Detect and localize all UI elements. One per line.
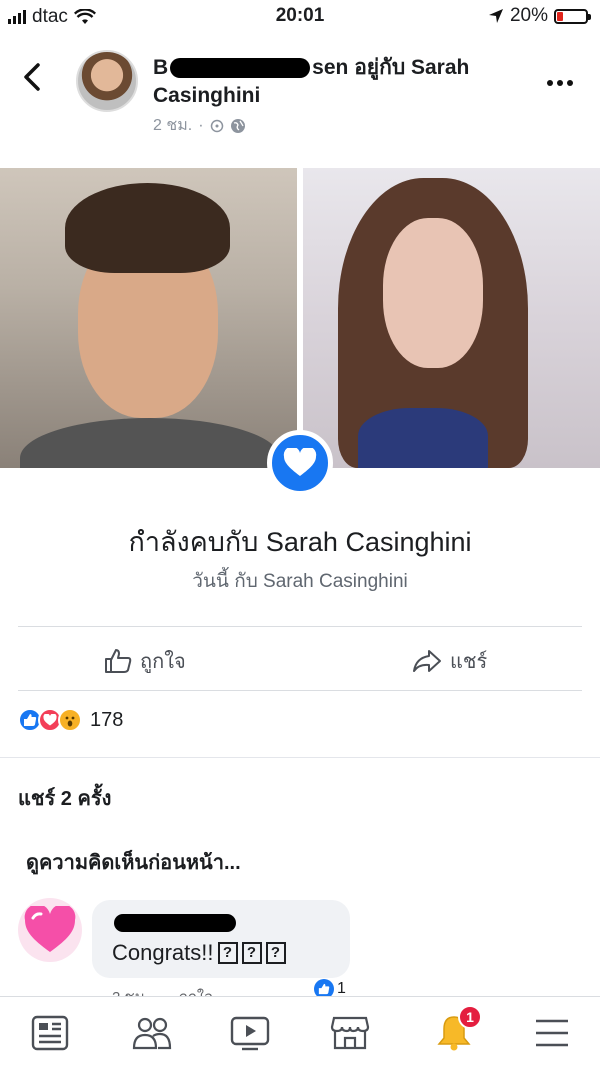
person-photo-left[interactable] (0, 168, 297, 468)
divider (18, 626, 582, 627)
person-photo-right[interactable] (303, 168, 600, 468)
life-event-title: กำลังคบกับ Sarah Casinghini (128, 527, 472, 557)
video-icon (230, 1016, 270, 1051)
wow-reaction-icon (58, 708, 82, 732)
nav-notifications[interactable]: 1 (432, 1005, 482, 1055)
status-bar: dtac 20:01 20% (0, 0, 600, 34)
heart-icon (283, 448, 317, 476)
share-count[interactable]: แชร์ 2 ครั้ง (18, 782, 111, 814)
more-dots-icon (547, 80, 573, 86)
thumbs-up-icon (105, 649, 132, 673)
globe-icon (230, 118, 245, 133)
author-name[interactable]: Bsen อยู่กับ Sarah Casinghini (153, 54, 533, 110)
relationship-photos (0, 168, 600, 468)
pink-heart-icon (24, 906, 76, 952)
view-previous-comments[interactable]: ดูความคิดเห็นก่อนหน้า... (26, 846, 241, 878)
reaction-count: 178 (90, 708, 124, 731)
comment-text: Congrats!! ? ? ? (112, 940, 286, 966)
post-time[interactable]: 2 ชม. (153, 113, 192, 138)
share-label: แชร์ (450, 651, 488, 673)
nav-marketplace[interactable] (328, 1011, 372, 1055)
heart-badge (267, 430, 333, 496)
nav-friends[interactable] (130, 1011, 174, 1055)
friends-icon (132, 1017, 172, 1050)
like-label: ถูกใจ (140, 651, 186, 673)
back-button[interactable] (22, 62, 42, 98)
redaction-mark (170, 58, 311, 79)
divider (18, 690, 582, 691)
missing-emoji-glyph: ? (217, 942, 238, 964)
nav-watch[interactable] (228, 1011, 272, 1055)
commenter-name-redacted (114, 914, 236, 932)
author-avatar[interactable] (76, 50, 138, 112)
battery-percent: 20% (509, 5, 548, 26)
circle-dot-icon (210, 119, 223, 132)
commenter-avatar[interactable] (18, 898, 82, 962)
author-name-start: B (153, 56, 169, 79)
share-button[interactable]: แชร์ (412, 645, 487, 677)
post-meta: 2 ชม. · (153, 113, 246, 138)
life-event-subtitle: วันนี้ กับ Sarah Casinghini (192, 571, 408, 592)
nav-news-feed[interactable] (28, 1011, 72, 1055)
bottom-nav: 1 (0, 996, 600, 1068)
reactions-summary[interactable]: 178 (18, 708, 123, 732)
location-arrow-icon (488, 9, 503, 23)
missing-emoji-glyph: ? (265, 942, 286, 964)
more-options-button[interactable] (546, 68, 574, 88)
comment-body: Congrats!! (112, 940, 214, 965)
author-name-end: sen อยู่กับ Sarah (312, 56, 470, 79)
marketplace-icon (330, 1016, 370, 1050)
hamburger-menu-icon (536, 1019, 568, 1047)
like-button[interactable]: ถูกใจ (104, 645, 186, 677)
post-header: Bsen อยู่กับ Sarah Casinghini 2 ชม. · (0, 40, 600, 150)
status-right: 20% (488, 5, 591, 27)
news-feed-icon (31, 1015, 69, 1051)
author-name-line2: Casinghini (153, 84, 261, 107)
meta-separator: · (198, 116, 204, 134)
missing-emoji-glyph: ? (241, 942, 262, 964)
notification-badge: 1 (458, 1005, 482, 1029)
chevron-left-icon (24, 63, 40, 91)
divider (0, 757, 600, 758)
comment-bubble[interactable]: Congrats!! ? ? ? (92, 900, 350, 978)
battery-icon (554, 8, 591, 24)
share-arrow-icon (413, 650, 441, 672)
nav-menu[interactable] (530, 1011, 574, 1055)
